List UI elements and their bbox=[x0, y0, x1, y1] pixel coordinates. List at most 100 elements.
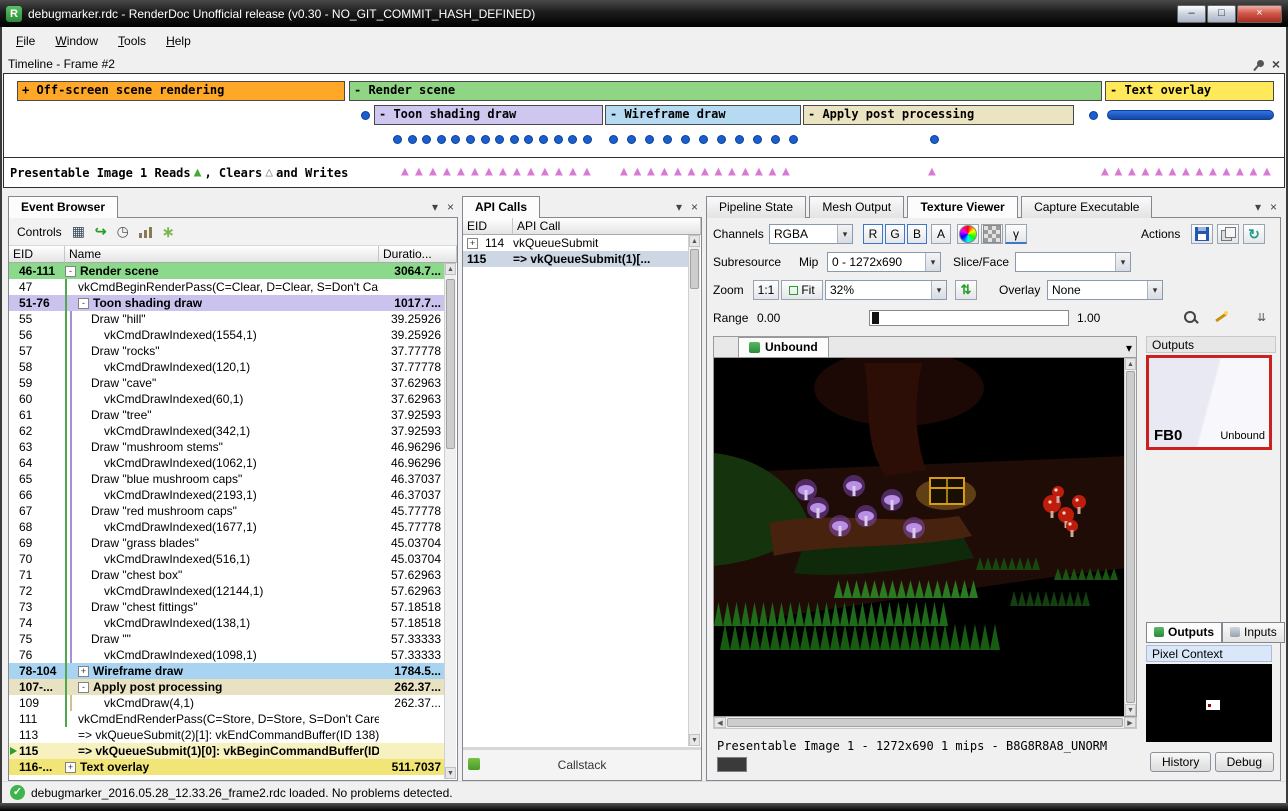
event-dot[interactable] bbox=[771, 135, 780, 144]
usage-marker-icon[interactable]: ▲ bbox=[928, 164, 936, 179]
zoom-fit-button[interactable]: Fit bbox=[781, 280, 823, 300]
event-row[interactable]: 60vkCmdDrawIndexed(60,1)37.62963 bbox=[9, 391, 445, 407]
scroll-up-icon[interactable]: ▲ bbox=[1125, 358, 1136, 370]
event-row[interactable]: 78-104+Wireframe draw1784.5... bbox=[9, 663, 445, 679]
open-texture-button[interactable] bbox=[1217, 224, 1239, 244]
usage-marker-icon[interactable]: ▲ bbox=[541, 164, 549, 179]
usage-marker-icon[interactable]: ▲ bbox=[728, 164, 736, 179]
usage-marker-icon[interactable]: ▲ bbox=[620, 164, 628, 179]
channel-g-button[interactable]: G bbox=[885, 224, 905, 244]
panel-close-icon[interactable]: × bbox=[1270, 200, 1277, 214]
zoom-1-1-button[interactable]: 1:1 bbox=[753, 280, 779, 300]
expander-icon[interactable]: + bbox=[65, 762, 76, 773]
event-dot[interactable] bbox=[393, 135, 402, 144]
usage-marker-icon[interactable]: ▲ bbox=[415, 164, 423, 179]
event-row[interactable]: 111vkCmdEndRenderPass(C=Store, D=Store, … bbox=[9, 711, 445, 727]
api-call-row[interactable]: 115=> vkQueueSubmit(1)[... bbox=[463, 251, 689, 267]
scroll-thumb[interactable] bbox=[446, 279, 455, 449]
event-dot[interactable] bbox=[510, 135, 519, 144]
autofit-range-button[interactable] bbox=[1213, 310, 1229, 329]
close-button[interactable]: × bbox=[1237, 5, 1282, 23]
event-dot[interactable] bbox=[645, 135, 654, 144]
usage-marker-icon[interactable]: ▲ bbox=[755, 164, 763, 179]
event-row[interactable]: 46-111-Render scene3064.7... bbox=[9, 263, 445, 279]
column-api-call[interactable]: API Call bbox=[513, 218, 701, 235]
history-button[interactable]: History bbox=[1150, 752, 1211, 772]
event-dot[interactable] bbox=[422, 135, 431, 144]
usage-marker-icon[interactable]: ▲ bbox=[1142, 164, 1150, 179]
panel-dropdown-icon[interactable]: ▾ bbox=[1255, 200, 1261, 214]
fb0-thumbnail[interactable]: FB0 Unbound bbox=[1146, 355, 1272, 450]
refresh-button[interactable]: ↻ bbox=[1243, 224, 1265, 244]
usage-marker-icon[interactable]: ▲ bbox=[443, 164, 451, 179]
tab-pipeline-state[interactable]: Pipeline State bbox=[706, 196, 806, 218]
event-dot[interactable] bbox=[627, 135, 636, 144]
panel-dropdown-icon[interactable]: ▾ bbox=[676, 200, 682, 214]
usage-marker-icon[interactable]: ▲ bbox=[457, 164, 465, 179]
event-row[interactable]: 74vkCmdDrawIndexed(138,1)57.18518 bbox=[9, 615, 445, 631]
column-eid[interactable]: EID bbox=[9, 246, 65, 263]
alpha-background-button[interactable] bbox=[981, 224, 1003, 244]
scroll-right-icon[interactable]: ▶ bbox=[1124, 717, 1136, 728]
tab-event-browser[interactable]: Event Browser bbox=[8, 196, 118, 218]
hsv-wheel-button[interactable] bbox=[957, 224, 979, 244]
scroll-down-icon[interactable]: ▼ bbox=[689, 734, 700, 746]
event-dot[interactable] bbox=[789, 135, 798, 144]
event-dot[interactable] bbox=[408, 135, 417, 144]
scroll-down-icon[interactable]: ▼ bbox=[445, 767, 456, 779]
event-dot[interactable] bbox=[583, 135, 592, 144]
event-row[interactable]: 66vkCmdDrawIndexed(2193,1)46.37037 bbox=[9, 487, 445, 503]
event-row[interactable]: 113=> vkQueueSubmit(2)[1]: vkEndCommandB… bbox=[9, 727, 445, 743]
event-dot[interactable] bbox=[451, 135, 460, 144]
usage-marker-icon[interactable]: ▲ bbox=[1236, 164, 1244, 179]
usage-marker-icon[interactable]: ▲ bbox=[688, 164, 696, 179]
usage-marker-icon[interactable]: ▲ bbox=[674, 164, 682, 179]
event-dot[interactable] bbox=[609, 135, 618, 144]
event-row[interactable]: 76vkCmdDrawIndexed(1098,1)57.33333 bbox=[9, 647, 445, 663]
channel-b-button[interactable]: B bbox=[907, 224, 927, 244]
usage-marker-icon[interactable]: ▲ bbox=[401, 164, 409, 179]
usage-marker-icon[interactable]: ▲ bbox=[647, 164, 655, 179]
timeline-track[interactable]: + Off-screen scene rendering- Render sce… bbox=[3, 73, 1285, 158]
event-row[interactable]: 59Draw "cave"37.62963 bbox=[9, 375, 445, 391]
scroll-thumb[interactable] bbox=[1126, 371, 1135, 703]
texture-list-dropdown-icon[interactable]: ▾ bbox=[1126, 341, 1132, 355]
timeline-marker-bar[interactable]: - Text overlay bbox=[1105, 81, 1274, 101]
event-dot[interactable] bbox=[663, 135, 672, 144]
usage-marker-icon[interactable]: ▲ bbox=[1115, 164, 1123, 179]
save-texture-button[interactable] bbox=[1191, 224, 1213, 244]
menu-tools[interactable]: Tools bbox=[108, 30, 156, 52]
jump-to-eid-icon[interactable]: ↪ bbox=[95, 223, 107, 240]
event-row[interactable]: 72vkCmdDrawIndexed(12144,1)57.62963 bbox=[9, 583, 445, 599]
column-duration[interactable]: Duratio... bbox=[379, 246, 457, 263]
event-row[interactable]: 63Draw "mushroom stems"46.96296 bbox=[9, 439, 445, 455]
usage-marker-icon[interactable]: ▲ bbox=[583, 164, 591, 179]
scroll-left-icon[interactable]: ◀ bbox=[714, 717, 726, 728]
usage-marker-icon[interactable]: ▲ bbox=[1223, 164, 1231, 179]
timeline-grid-icon[interactable]: ▦ bbox=[72, 223, 85, 240]
event-row[interactable]: 65Draw "blue mushroom caps"46.37037 bbox=[9, 471, 445, 487]
channel-a-button[interactable]: A bbox=[931, 224, 951, 244]
event-dot[interactable] bbox=[524, 135, 533, 144]
mip-select[interactable]: 0 - 1272x690▾ bbox=[827, 252, 941, 272]
expander-icon[interactable]: + bbox=[78, 666, 89, 677]
event-row[interactable]: 71Draw "chest box"57.62963 bbox=[9, 567, 445, 583]
time-durations-icon[interactable]: ◷ bbox=[117, 223, 129, 240]
pixel-context-view[interactable] bbox=[1146, 664, 1272, 742]
event-dot[interactable] bbox=[699, 135, 708, 144]
expander-icon[interactable]: + bbox=[467, 238, 478, 249]
event-row[interactable]: 67Draw "red mushroom caps"45.77778 bbox=[9, 503, 445, 519]
usage-marker-icon[interactable]: ▲ bbox=[1182, 164, 1190, 179]
event-row[interactable]: 62vkCmdDrawIndexed(342,1)37.92593 bbox=[9, 423, 445, 439]
timeline-marker-bar[interactable]: - Apply post processing bbox=[803, 105, 1074, 125]
panel-close-icon[interactable]: × bbox=[447, 200, 454, 214]
pin-icon[interactable] bbox=[1255, 59, 1265, 69]
menu-window[interactable]: Window bbox=[45, 30, 108, 52]
texture-viewport[interactable]: ▲ ▼ bbox=[713, 357, 1137, 717]
scroll-down-icon[interactable]: ▼ bbox=[1125, 704, 1136, 716]
viewport-vscrollbar[interactable]: ▲ ▼ bbox=[1124, 358, 1136, 716]
usage-marker-icon[interactable]: ▲ bbox=[1209, 164, 1217, 179]
event-dot[interactable] bbox=[1089, 111, 1098, 120]
event-dot[interactable] bbox=[717, 135, 726, 144]
stats-icon[interactable] bbox=[139, 226, 152, 238]
